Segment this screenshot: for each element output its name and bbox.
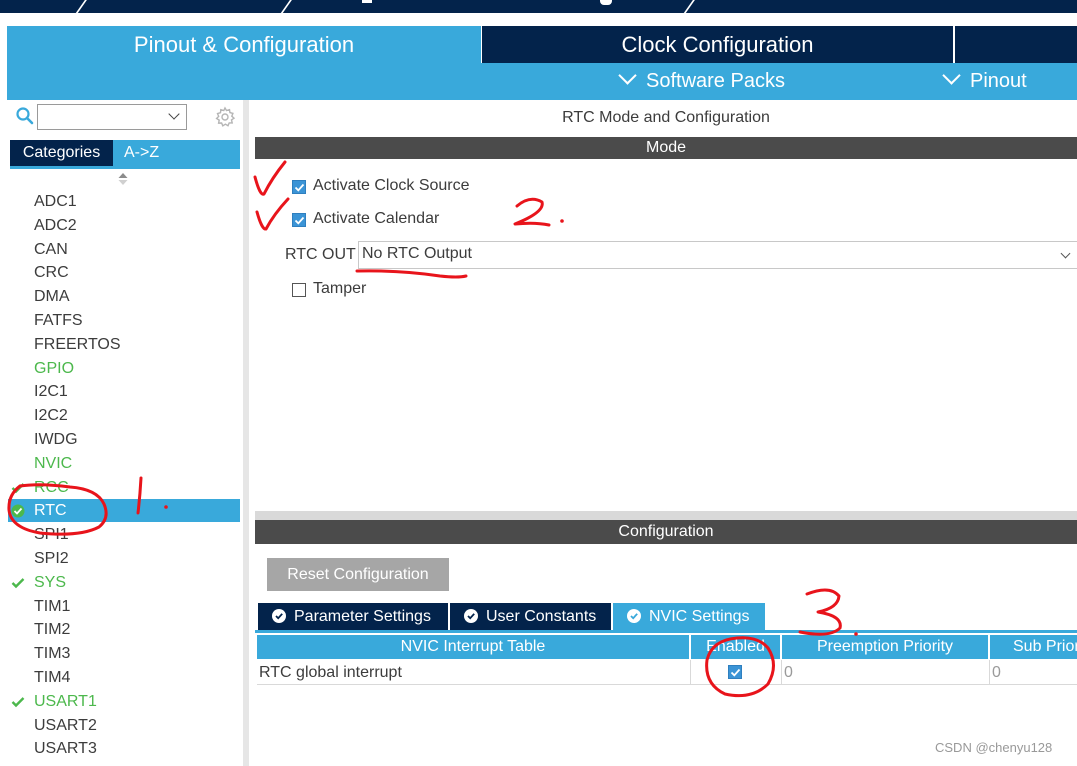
panel-splitter[interactable]: [255, 511, 1077, 520]
chevron-down-icon: [168, 108, 180, 120]
pinout-label: Pinout: [970, 70, 1027, 92]
software-packs-label: Software Packs: [646, 70, 785, 92]
category-item-nvic[interactable]: NVIC: [34, 453, 72, 475]
category-item-freertos[interactable]: FREERTOS: [34, 334, 121, 356]
category-item-usart3[interactable]: USART3: [34, 738, 97, 760]
reset-configuration-button[interactable]: Reset Configuration: [267, 558, 449, 591]
category-item-sys[interactable]: SYS: [34, 572, 66, 594]
software-packs-menu[interactable]: Software Packs: [618, 63, 785, 100]
category-item-dma[interactable]: DMA: [34, 286, 70, 308]
tab-nvic-settings[interactable]: NVIC Settings: [613, 603, 765, 630]
category-item-tim2[interactable]: TIM2: [34, 619, 70, 641]
tab-underline: [255, 630, 1077, 633]
check-circle-icon: [464, 609, 478, 623]
category-item-tim1[interactable]: TIM1: [34, 596, 70, 618]
tab-nvic-settings-label: NVIC Settings: [649, 608, 750, 625]
rtc-out-select[interactable]: No RTC Output: [358, 241, 1077, 269]
tab-a-z[interactable]: A->Z: [113, 140, 240, 166]
activate-calendar-label: Activate Calendar: [313, 210, 440, 227]
category-item-spi2[interactable]: SPI2: [34, 548, 69, 570]
category-item-can[interactable]: CAN: [34, 239, 68, 261]
tab-categories[interactable]: Categories: [10, 140, 113, 166]
sub-toolbar: Software Packs Pinout: [7, 63, 1077, 100]
hand-check-mark: [253, 160, 287, 196]
table-cell-sub-priority[interactable]: 0: [990, 660, 1077, 685]
check-icon: [294, 183, 305, 192]
chevron-down-icon: [1060, 248, 1071, 259]
column-header-nvic-table[interactable]: NVIC Interrupt Table: [257, 635, 689, 659]
table-cell-preemption-priority[interactable]: 0: [782, 660, 990, 685]
category-item-usart1[interactable]: USART1: [34, 691, 97, 713]
rtc-out-value: No RTC Output: [362, 245, 472, 262]
main-tab-bar: Pinout & Configuration Clock Configurati…: [0, 13, 1077, 63]
pinout-menu[interactable]: Pinout: [942, 63, 1027, 100]
activate-calendar-checkbox[interactable]: [292, 213, 306, 227]
category-item-i2c1[interactable]: I2C1: [34, 381, 68, 403]
search-icon[interactable]: [15, 106, 35, 126]
check-circle-icon: [11, 504, 25, 518]
top-step-bar: [0, 0, 1077, 13]
column-header-sub-priority[interactable]: Sub Priority: [990, 635, 1077, 659]
category-item-i2c2[interactable]: I2C2: [34, 405, 68, 427]
category-item-gpio[interactable]: GPIO: [34, 358, 74, 380]
chevron-down-icon: [618, 66, 637, 85]
tab-clock-configuration[interactable]: Clock Configuration: [482, 26, 953, 63]
category-item-adc2[interactable]: ADC2: [34, 215, 77, 237]
column-header-preemption-priority[interactable]: Preemption Priority: [782, 635, 988, 659]
hand-digit-mark: [513, 197, 551, 227]
activate-clock-source-label: Activate Clock Source: [313, 177, 470, 194]
configuration-section-header: Configuration: [255, 520, 1077, 544]
gear-icon[interactable]: [214, 106, 236, 128]
table-cell-interrupt-name: RTC global interrupt: [257, 660, 691, 685]
column-header-enabled[interactable]: Enabled: [691, 635, 780, 659]
enabled-checkbox[interactable]: [728, 665, 742, 679]
watermark: CSDN @chenyu128: [935, 740, 1053, 755]
tab-user-constants-label: User Constants: [486, 608, 597, 625]
tab-a-z-label: A->Z: [124, 144, 160, 161]
category-item-usart2[interactable]: USART2: [34, 715, 97, 737]
category-item-tim3[interactable]: TIM3: [34, 643, 70, 665]
tab-parameter-settings[interactable]: Parameter Settings: [258, 603, 448, 630]
category-item-crc[interactable]: CRC: [34, 262, 69, 284]
category-item-iwdg[interactable]: IWDG: [34, 429, 78, 451]
activate-clock-source-checkbox[interactable]: [292, 180, 306, 194]
category-item-fatfs[interactable]: FATFS: [34, 310, 83, 332]
check-circle-icon: [272, 609, 286, 623]
mode-section-header: Mode: [255, 137, 1077, 159]
check-icon: [730, 668, 741, 677]
tamper-label: Tamper: [313, 280, 367, 297]
hand-digit-mark: [798, 588, 842, 636]
check-icon: [11, 578, 25, 589]
check-icon: [294, 216, 305, 225]
category-item-spi1[interactable]: SPI1: [34, 524, 69, 546]
tamper-checkbox[interactable]: [292, 283, 306, 297]
tab-more[interactable]: [955, 26, 1077, 63]
category-item-rtc[interactable]: RTC: [34, 500, 67, 522]
table-cell-enabled: [691, 660, 782, 685]
hand-underline: [355, 269, 468, 279]
category-item-adc1[interactable]: ADC1: [34, 191, 77, 213]
check-icon: [11, 483, 25, 494]
search-input[interactable]: [37, 104, 187, 130]
check-icon: [11, 697, 25, 708]
chevron-down-icon: [942, 66, 961, 85]
page-title: RTC Mode and Configuration: [562, 109, 770, 126]
rtc-out-label: RTC OUT: [285, 246, 356, 263]
category-item-rcc[interactable]: RCC: [34, 477, 69, 499]
sort-icon[interactable]: [117, 172, 129, 186]
check-circle-icon: [627, 609, 641, 623]
hand-check-mark: [255, 197, 290, 231]
category-item-tim4[interactable]: TIM4: [34, 667, 70, 689]
tab-parameter-settings-label: Parameter Settings: [294, 608, 431, 625]
tab-pinout-configuration[interactable]: Pinout & Configuration: [7, 26, 481, 63]
tab-user-constants[interactable]: User Constants: [450, 603, 611, 630]
tab-underline: [10, 166, 240, 169]
